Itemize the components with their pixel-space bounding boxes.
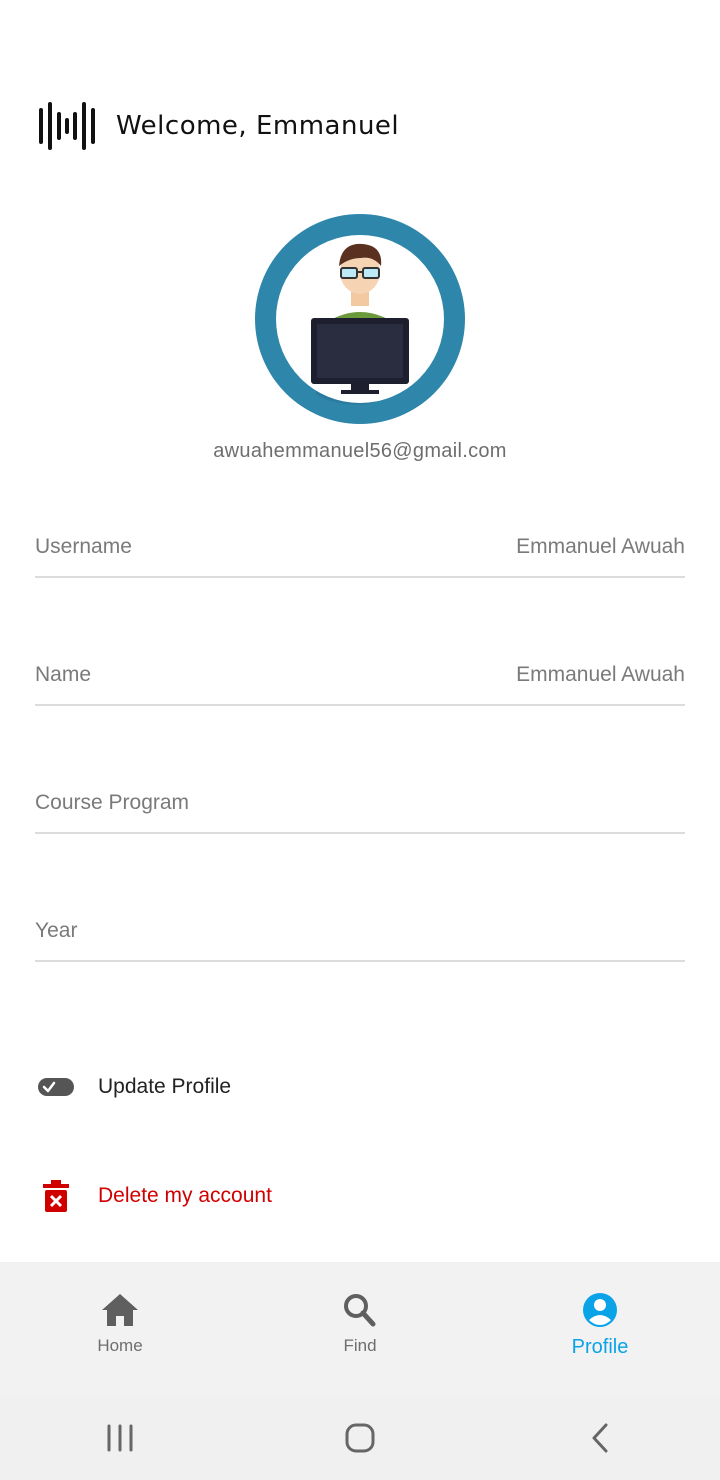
delete-account-label: Delete my account xyxy=(98,1184,272,1207)
username-value: Emmanuel Awuah xyxy=(516,535,685,558)
delete-account-button[interactable]: Delete my account xyxy=(36,1176,272,1216)
recent-apps-icon[interactable] xyxy=(90,1413,150,1463)
toggle-check-icon xyxy=(36,1067,76,1107)
year-label: Year xyxy=(35,919,78,942)
home-button-icon[interactable] xyxy=(330,1413,390,1463)
course-program-field[interactable]: Course Program xyxy=(35,774,685,834)
bottom-navigation: Home Find Profile xyxy=(0,1262,720,1396)
username-field[interactable]: Username Emmanuel Awuah xyxy=(35,518,685,578)
nav-home[interactable]: Home xyxy=(0,1262,240,1396)
name-label: Name xyxy=(35,663,92,686)
back-icon[interactable] xyxy=(570,1413,630,1463)
course-program-label: Course Program xyxy=(35,791,190,814)
welcome-title: Welcome, Emmanuel xyxy=(116,111,400,141)
username-label: Username xyxy=(35,535,132,558)
nav-profile[interactable]: Profile xyxy=(480,1262,720,1396)
name-field[interactable]: Name Emmanuel Awuah xyxy=(35,646,685,706)
system-navigation-bar xyxy=(0,1396,720,1480)
sound-wave-icon xyxy=(39,102,95,150)
search-icon xyxy=(344,1294,376,1327)
update-profile-label: Update Profile xyxy=(98,1075,232,1098)
year-field[interactable]: Year xyxy=(35,902,685,962)
nav-find[interactable]: Find xyxy=(240,1262,480,1396)
profile-avatar[interactable] xyxy=(255,214,465,424)
nav-home-label: Home xyxy=(97,1336,143,1355)
nav-profile-label: Profile xyxy=(571,1336,629,1358)
name-value: Emmanuel Awuah xyxy=(516,663,685,686)
account-circle-icon xyxy=(583,1293,617,1327)
nav-find-label: Find xyxy=(343,1336,377,1355)
update-profile-button[interactable]: Update Profile xyxy=(36,1067,231,1107)
app-header: Welcome, Emmanuel xyxy=(38,100,399,152)
trash-icon xyxy=(36,1176,76,1216)
home-icon xyxy=(102,1294,138,1326)
profile-email: awuahemmanuel56@gmail.com xyxy=(213,440,507,462)
